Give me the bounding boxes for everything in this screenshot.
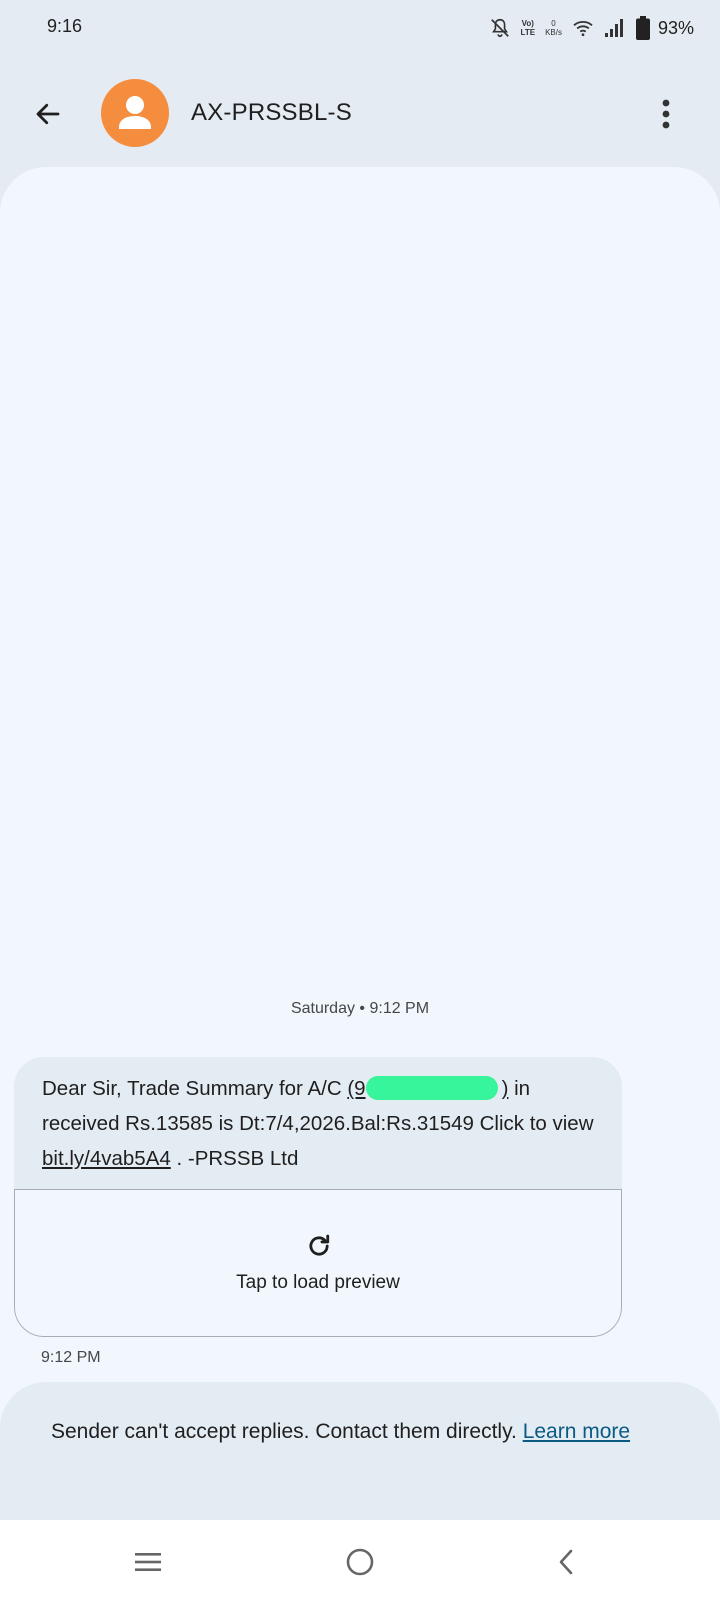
more-options-button[interactable] bbox=[646, 94, 686, 134]
avatar[interactable] bbox=[101, 79, 169, 147]
notifications-off-icon bbox=[490, 18, 509, 38]
person-icon bbox=[119, 96, 151, 129]
system-back-button[interactable] bbox=[544, 1540, 588, 1584]
learn-more-link[interactable]: Learn more bbox=[523, 1420, 630, 1443]
network-speed: 0 KB/s bbox=[545, 19, 562, 37]
sender-name: AX-PRSSBL-S bbox=[191, 99, 352, 126]
signal-icon bbox=[604, 19, 623, 37]
battery-percent: 93% bbox=[657, 17, 694, 38]
system-nav-bar bbox=[0, 1520, 720, 1600]
message-link[interactable]: bit.ly/4vab5A4 bbox=[42, 1147, 171, 1170]
conversation-header: AX-PRSSBL-S bbox=[0, 76, 720, 152]
link-preview-card[interactable]: Tap to load preview bbox=[14, 1189, 622, 1337]
back-button[interactable] bbox=[28, 94, 68, 134]
status-bar: 9:16 Vo) LTE 0 KB/s 93% bbox=[0, 0, 720, 56]
load-preview-label: Tap to load preview bbox=[236, 1272, 400, 1293]
battery-icon bbox=[635, 16, 650, 40]
message-bubble[interactable]: Dear Sir, Trade Summary for A/C (9) in r… bbox=[14, 1057, 622, 1337]
refresh-icon bbox=[309, 1234, 330, 1256]
more-vert-icon bbox=[662, 99, 670, 129]
status-icons: Vo) LTE 0 KB/s 93% bbox=[489, 14, 694, 42]
date-stamp: Saturday • 9:12 PM bbox=[290, 1000, 430, 1017]
menu-icon bbox=[135, 1553, 161, 1571]
chevron-left-icon bbox=[559, 1549, 573, 1575]
account-number: (9) bbox=[347, 1076, 509, 1100]
cannot-reply-banner: Sender can't accept replies. Contact the… bbox=[0, 1382, 720, 1512]
arrow-back-icon bbox=[36, 103, 60, 125]
home-circle-icon bbox=[346, 1548, 374, 1576]
message-text-part: Dear Sir, Trade Summary for A/C bbox=[42, 1077, 348, 1100]
cannot-reply-text: Sender can't accept replies. Contact the… bbox=[51, 1420, 631, 1443]
redaction-mark bbox=[365, 1076, 498, 1100]
volte-indicator: Vo) LTE bbox=[520, 19, 536, 37]
message-text: Dear Sir, Trade Summary for A/C (9) in r… bbox=[42, 1071, 602, 1176]
wifi-icon bbox=[573, 21, 593, 37]
status-time: 9:16 bbox=[47, 16, 83, 36]
message-time: 9:12 PM bbox=[41, 1349, 101, 1366]
message-text-part: . -PRSSB Ltd bbox=[170, 1147, 299, 1170]
recent-apps-button[interactable] bbox=[126, 1540, 170, 1584]
home-button[interactable] bbox=[338, 1540, 382, 1584]
